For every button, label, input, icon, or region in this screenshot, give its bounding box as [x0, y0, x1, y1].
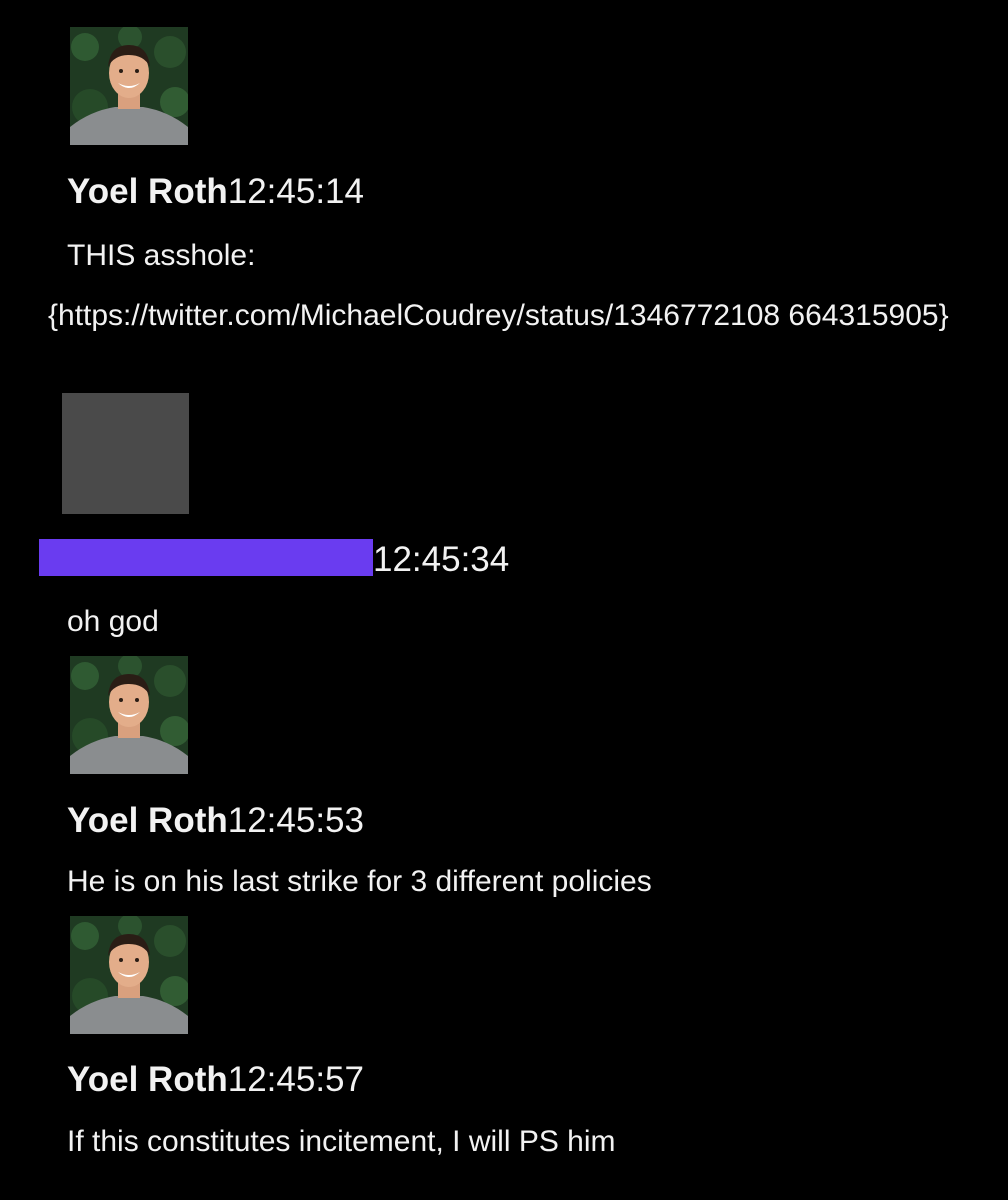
chat-log: { "theme": { "background": "#000000", "t… [0, 0, 1008, 1200]
timestamp: 12:45:14 [227, 172, 364, 211]
avatar[interactable] [70, 27, 188, 145]
message-text: THIS asshole: [67, 239, 256, 272]
profile-photo-icon [70, 916, 188, 1034]
message-header: Yoel Roth12:45:14 [67, 172, 364, 212]
timestamp: 12:45:53 [227, 801, 364, 840]
sender-name[interactable]: Yoel Roth [67, 801, 228, 840]
sender-name[interactable]: Yoel Roth [67, 172, 228, 211]
avatar[interactable] [70, 916, 188, 1034]
message-link[interactable]: {https://twitter.com/MichaelCoudrey/stat… [48, 288, 968, 344]
profile-photo-icon [70, 27, 188, 145]
redaction-bar [39, 539, 373, 576]
avatar[interactable] [70, 656, 188, 774]
timestamp: 12:45:57 [227, 1060, 364, 1099]
message-text: He is on his last strike for 3 different… [67, 865, 652, 898]
message-header: Yoel Roth12:45:53 [67, 801, 364, 841]
message-header: Yoel Roth12:45:57 [67, 1060, 364, 1100]
profile-photo-icon [70, 656, 188, 774]
message-text: oh god [67, 605, 159, 638]
redacted-avatar[interactable] [62, 393, 189, 514]
timestamp: 12:45:34 [373, 540, 510, 579]
sender-name[interactable]: Yoel Roth [67, 1060, 228, 1099]
message-text: If this constitutes incitement, I will P… [67, 1125, 616, 1158]
